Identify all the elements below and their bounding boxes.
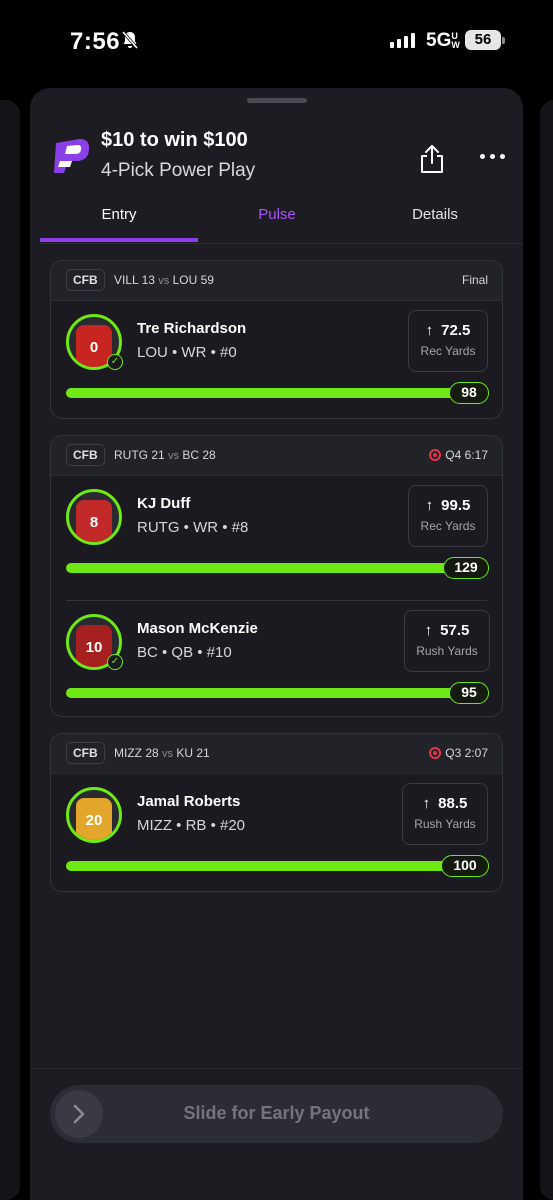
player-name: Jamal Roberts — [137, 793, 241, 810]
stat-category: Rec Yards — [420, 344, 476, 358]
player-name: KJ Duff — [137, 495, 191, 512]
early-payout-slider[interactable]: Slide for Early Payout — [50, 1085, 503, 1143]
check-icon: ✓ — [107, 654, 123, 670]
progress-bar — [66, 388, 458, 398]
progress-bar — [66, 861, 446, 871]
pick-row[interactable]: 20 Jamal Roberts MIZZ • RB • #20 ↑ 88.5 R… — [51, 774, 502, 891]
progress-value: 129 — [443, 557, 489, 579]
game-score: VILL 13 vs LOU 59 — [114, 273, 214, 287]
player-info: MIZZ • RB • #20 — [137, 817, 246, 834]
entry-sheet: $10 to win $100 4-Pick Power Play Entry … — [30, 88, 523, 1200]
signal-icon — [390, 33, 415, 48]
tab-pulse[interactable]: Pulse — [198, 206, 356, 223]
arrow-up-icon: ↑ — [422, 795, 431, 812]
tab-entry[interactable]: Entry — [40, 206, 198, 223]
progress-value: 98 — [449, 382, 489, 404]
player-info: RUTG • WR • #8 — [137, 519, 249, 536]
game-header: CFB VILL 13 vs LOU 59 Final — [51, 261, 502, 301]
pick-row[interactable]: 8 KJ Duff RUTG • WR • #8 ↑ 99.5 Rec Yards… — [51, 476, 502, 600]
stat-category: Rec Yards — [420, 519, 476, 533]
pick-row[interactable]: 10 ✓ Mason McKenzie BC • QB • #10 ↑ 57.5 … — [66, 600, 490, 716]
stat-category: Rush Yards — [414, 817, 476, 831]
stat-line-box: ↑ 72.5 Rec Yards — [408, 310, 488, 372]
game-score: MIZZ 28 vs KU 21 — [114, 746, 210, 760]
network-indicator: 5GUW — [426, 30, 460, 51]
battery-tip — [502, 37, 505, 44]
tab-bar: Entry Pulse Details — [40, 198, 523, 244]
league-badge: CFB — [66, 742, 105, 764]
stat-line-value: 57.5 — [440, 622, 470, 639]
arrow-up-icon: ↑ — [424, 622, 433, 639]
arrow-up-icon: ↑ — [425, 497, 434, 514]
league-badge: CFB — [66, 444, 105, 466]
player-name: Mason McKenzie — [137, 620, 258, 637]
stat-line-box: ↑ 57.5 Rush Yards — [404, 610, 490, 672]
progress-bar — [66, 563, 450, 573]
game-header: CFB RUTG 21 vs BC 28 Q4 6:17 — [51, 436, 502, 476]
player-name: Tre Richardson — [137, 320, 247, 337]
player-avatar: 8 — [66, 489, 122, 545]
game-status: Q3 2:07 — [429, 746, 488, 760]
footer: Slide for Early Payout — [30, 1068, 523, 1200]
live-icon — [429, 747, 442, 759]
slider-label: Slide for Early Payout — [183, 1103, 370, 1123]
game-card: CFB MIZZ 28 vs KU 21 Q3 2:07 20 Jamal Ro… — [50, 733, 503, 892]
player-avatar: 20 — [66, 787, 122, 843]
status-time: 7:56 — [70, 28, 121, 55]
stat-line-value: 72.5 — [441, 322, 471, 339]
game-status: Final — [461, 273, 488, 287]
game-score: RUTG 21 vs BC 28 — [114, 448, 216, 462]
stat-line-box: ↑ 88.5 Rush Yards — [402, 783, 488, 845]
tab-details[interactable]: Details — [356, 206, 514, 223]
game-header: CFB MIZZ 28 vs KU 21 Q3 2:07 — [51, 734, 502, 774]
battery-icon: 56 — [465, 30, 501, 50]
status-bar: 7:56 5GUW 56 — [0, 0, 553, 80]
entry-subtitle: 4-Pick Power Play — [101, 160, 256, 181]
arrow-up-icon: ↑ — [425, 322, 434, 339]
bell-muted-icon — [121, 31, 139, 49]
live-icon — [429, 449, 442, 461]
stat-line-value: 99.5 — [441, 497, 471, 514]
pick-row[interactable]: 0 ✓ Tre Richardson LOU • WR • #0 ↑ 72.5 R… — [51, 301, 502, 418]
share-icon[interactable] — [419, 144, 445, 174]
prizepicks-logo-icon — [54, 139, 90, 173]
check-icon: ✓ — [107, 354, 123, 370]
game-card: CFB VILL 13 vs LOU 59 Final 0 ✓ Tre Rich… — [50, 260, 503, 419]
entry-title: $10 to win $100 — [101, 129, 248, 151]
jersey-icon: 8 — [76, 500, 112, 542]
progress-value: 100 — [441, 855, 489, 877]
player-info: LOU • WR • #0 — [137, 344, 237, 361]
stat-line-box: ↑ 99.5 Rec Yards — [408, 485, 488, 547]
sheet-grabber[interactable] — [247, 98, 307, 103]
stat-line-value: 88.5 — [438, 795, 468, 812]
game-card: CFB RUTG 21 vs BC 28 Q4 6:17 8 KJ Duff R… — [50, 435, 503, 717]
progress-value: 95 — [449, 682, 489, 704]
background-card-right — [540, 100, 553, 1200]
stat-category: Rush Yards — [416, 644, 478, 658]
active-tab-indicator — [40, 238, 198, 242]
jersey-icon: 20 — [76, 798, 112, 840]
background-card-left — [0, 100, 20, 1200]
more-options-icon[interactable] — [480, 154, 505, 159]
player-info: BC • QB • #10 — [137, 644, 232, 661]
progress-bar — [66, 688, 458, 698]
league-badge: CFB — [66, 269, 105, 291]
game-status: Q4 6:17 — [429, 448, 488, 462]
